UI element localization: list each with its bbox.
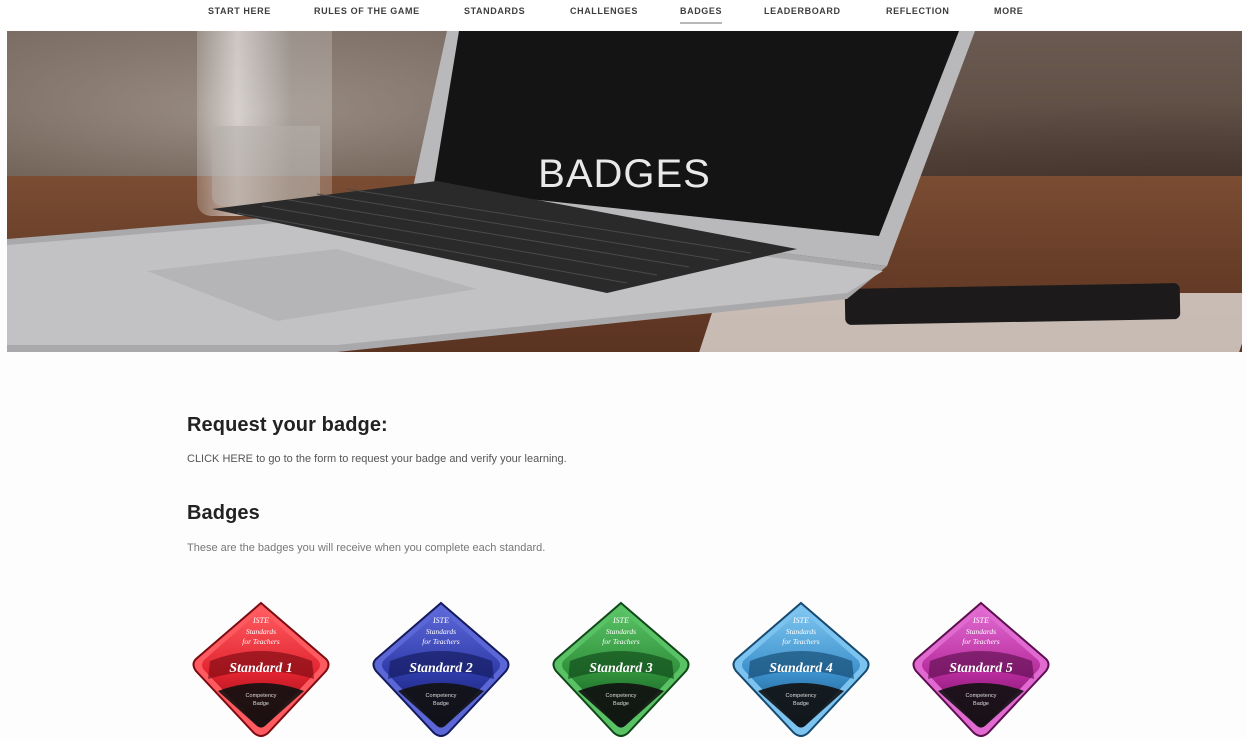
- badge-footer1: Competency: [966, 693, 997, 699]
- badge-standard-1: ISTE Standards for Teachers Standard 1 Compe…: [190, 601, 332, 739]
- badge-line1: Standards: [786, 627, 816, 636]
- badge-icon: ISTE Standardsfor Teachers Standard 1 Compe…: [192, 601, 330, 737]
- badge-title: Standard 4: [769, 661, 832, 676]
- badge-footer1: Competency: [606, 693, 637, 699]
- badge-org: ISTE: [792, 616, 809, 625]
- nav-challenges[interactable]: CHALLENGES: [570, 6, 638, 16]
- badge-icon: ISTE Standardsfor Teachers Standard 4 Compe…: [732, 601, 870, 737]
- badge-org: ISTE: [432, 616, 449, 625]
- badge-icon: ISTE Standardsfor Teachers Standard 5 Compe…: [912, 601, 1050, 737]
- badge-line1: Standards: [426, 627, 456, 636]
- badge-footer2: Badge: [433, 701, 449, 707]
- nav-rules-of-the-game[interactable]: RULES OF THE GAME: [314, 6, 420, 16]
- nav-badges[interactable]: BADGES: [680, 6, 723, 24]
- hero-banner: BADGES: [7, 31, 1242, 352]
- badge-line1: Standards: [966, 627, 996, 636]
- badge-footer1: Competency: [426, 693, 457, 699]
- badge-title: Standard 3: [589, 661, 652, 676]
- badge-standard-5: ISTE Standards for Teachers Standard 5 Compe…: [910, 601, 1052, 739]
- badge-icon: ISTE Standardsfor Teachers Standard 2 Compe…: [372, 601, 510, 737]
- badge-line1: Standards: [246, 627, 276, 636]
- badge-standard-4: ISTE Standards for Teachers Standard 4 Compe…: [730, 601, 872, 739]
- badge-standard-3: ISTE Standards for Teachers Standard 3 Compe…: [550, 601, 692, 739]
- badges-heading: Badges: [187, 502, 260, 524]
- badge-org: ISTE: [252, 616, 269, 625]
- badge-line2: for Teachers: [422, 637, 460, 646]
- badge-footer2: Badge: [793, 701, 809, 707]
- badge-footer2: Badge: [253, 701, 269, 707]
- request-badge-text: CLICK HERE to go to the form to request …: [187, 453, 567, 465]
- badge-standard-2: ISTE Standards for Teachers Standard 2 Compe…: [370, 601, 512, 739]
- badge-line2: for Teachers: [602, 637, 640, 646]
- nav-standards[interactable]: STANDARDS: [464, 6, 525, 16]
- badge-gallery: ISTE Standards for Teachers Standard 1 Compe…: [190, 601, 1070, 739]
- badges-description: These are the badges you will receive wh…: [187, 542, 546, 554]
- badge-title: Standard 2: [409, 661, 472, 676]
- badge-org: ISTE: [972, 616, 989, 625]
- badge-footer2: Badge: [973, 701, 989, 707]
- nav-more[interactable]: MORE: [994, 6, 1023, 16]
- badge-footer2: Badge: [613, 701, 629, 707]
- request-badge-heading: Request your badge:: [187, 414, 388, 436]
- nav-leaderboard[interactable]: LEADERBOARD: [764, 6, 841, 16]
- badge-line2: for Teachers: [962, 637, 1000, 646]
- badge-title: Standard 1: [229, 661, 292, 676]
- badge-line2: for Teachers: [242, 637, 280, 646]
- badge-line2: for Teachers: [782, 637, 820, 646]
- badge-title: Standard 5: [949, 661, 1012, 676]
- badge-org: ISTE: [612, 616, 629, 625]
- badge-footer1: Competency: [246, 693, 277, 699]
- request-badge-description: to go to the form to request your badge …: [253, 453, 567, 465]
- badge-footer1: Competency: [786, 693, 817, 699]
- nav-reflection[interactable]: REFLECTION: [886, 6, 950, 16]
- badge-icon: ISTE Standardsfor Teachers Standard 3 Compe…: [552, 601, 690, 737]
- click-here-link[interactable]: CLICK HERE: [187, 453, 253, 465]
- top-navigation: START HERE RULES OF THE GAME STANDARDS C…: [0, 0, 1247, 30]
- badge-line1: Standards: [606, 627, 636, 636]
- nav-start-here[interactable]: START HERE: [208, 6, 271, 16]
- hero-title: BADGES: [538, 152, 711, 196]
